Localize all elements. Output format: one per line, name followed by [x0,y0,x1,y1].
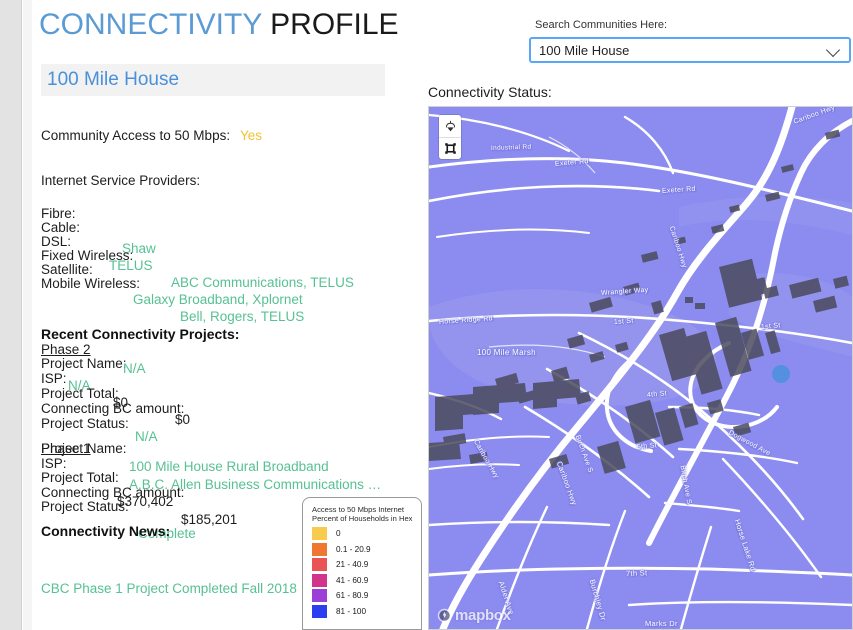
legend-label-5: 81 - 100 [336,606,367,616]
compass-navigation-icon[interactable] [439,115,461,137]
isp-label-3: Fixed Wireless: [41,248,134,263]
search-communities-select[interactable]: 100 Mile House [529,37,851,63]
mapbox-attribution[interactable]: mapbox [437,607,511,624]
community-name: 100 Mile House [47,69,180,90]
map-canvas[interactable]: .rd { stroke:#ffffff; fill:none; stroke-… [429,107,852,629]
isp-value-3: ABC Communications, TELUS [171,275,354,290]
legend-row: 21 - 40.9 [312,557,413,573]
access-50mbps-label: Community Access to 50 Mbps: [41,128,231,143]
project0-label-1: ISP: [41,371,67,386]
map-label-0: Industrial Rd [490,143,532,152]
map-label-21: Marks Dr [645,619,678,628]
map-label-15: 100 Mile Marsh [477,348,536,357]
access-50mbps-value: Yes [240,128,263,143]
legend-label-0: 0 [336,529,341,539]
isp-heading: Internet Service Providers: [41,173,201,188]
page-title: CONNECTIVITY PROFILE [39,8,399,42]
left-gutter-inner [23,0,32,630]
legend-title-line2: Percent of Households in Hex [312,514,413,523]
map-label-16: 7th St [625,568,648,578]
project0-label-2: Project Total: [41,386,119,401]
isp-value-4: Galaxy Broadband, Xplornet [133,292,303,307]
legend-swatch-3 [312,573,327,587]
search-label: Search Communities Here: [535,19,668,31]
legend-row: 81 - 100 [312,604,413,620]
project0-value-0: N/A [123,361,146,376]
projects-heading: Recent Connectivity Projects: [41,326,240,342]
left-gutter [0,0,22,630]
map-legend: Access to 50 Mbps Internet Percent of Ho… [302,497,422,630]
project0-label-0: Project Name: [41,356,127,371]
legend-row: 0 [312,526,413,542]
project0-value-3: $0 [175,412,191,427]
project1-value-0: 100 Mile House Rural Broadband [129,459,329,474]
isp-value-5: Bell, Rogers, TELUS [180,309,305,324]
legend-row: 41 - 60.9 [312,573,413,589]
legend-swatch-2 [312,558,327,572]
project0-label-3: Connecting BC amount: [41,401,185,416]
isp-label-2: DSL: [41,234,72,249]
legend-label-1: 0.1 - 20.9 [336,544,371,554]
map-controls[interactable] [439,115,461,159]
project0-value-4: N/A [135,429,158,444]
chevron-down-icon [827,43,841,57]
legend-label-2: 21 - 40.9 [336,560,369,570]
fullscreen-icon[interactable] [439,137,461,159]
connectivity-profile-page: CONNECTIVITY PROFILE 100 Mile House Sear… [0,0,853,630]
page-title-accent: CONNECTIVITY [39,8,262,41]
project1-label-0: Project Name: [41,441,127,456]
project0-label-4: Project Status: [41,416,129,431]
map-vector: .rd { stroke:#ffffff; fill:none; stroke-… [429,107,852,629]
project1-label-2: Project Total: [41,470,119,485]
project1-label-4: Project Status: [41,499,129,514]
community-name-box: 100 Mile House [41,64,385,96]
news-heading: Connectivity News: [41,523,171,539]
legend-swatch-0 [312,527,327,541]
legend-entries: 0 0.1 - 20.9 21 - 40.9 41 - 60.9 61 - 80.9 81… [312,526,413,619]
connectivity-status-map[interactable]: .rd { stroke:#ffffff; fill:none; stroke-… [428,106,853,630]
legend-row: 61 - 80.9 [312,588,413,604]
legend-label-4: 61 - 80.9 [336,591,369,601]
isp-label-1: Cable: [41,220,81,235]
fullscreen-glyph [444,143,456,154]
phase-label-0: Phase 2 [41,342,91,357]
legend-swatch-1 [312,542,327,556]
compass-navigation-glyph [445,120,455,131]
news-item-0: CBC Phase 1 Project Completed Fall 2018 [41,581,297,596]
isp-label-5: Mobile Wireless: [41,276,141,291]
project1-label-1: ISP: [41,455,67,471]
legend-label-3: 41 - 60.9 [336,575,369,585]
legend-title-line1: Access to 50 Mbps Internet [312,505,405,514]
legend-swatch-4 [312,589,327,603]
isp-label-0: Fibre: [41,206,76,221]
legend-swatch-5 [312,604,327,618]
map-section-title: Connectivity Status: [428,84,552,100]
legend-row: 0.1 - 20.9 [312,542,413,558]
mapbox-logo-icon [437,608,452,623]
search-selected-value: 100 Mile House [539,42,630,58]
project1-value-3: $185,201 [181,511,238,527]
page-title-rest: PROFILE [261,8,399,41]
isp-label-4: Satellite: [41,262,93,277]
project1-label-3: Connecting BC amount: [41,484,185,500]
mapbox-label: mapbox [455,607,511,624]
map-label-5: 1st St [613,317,634,326]
